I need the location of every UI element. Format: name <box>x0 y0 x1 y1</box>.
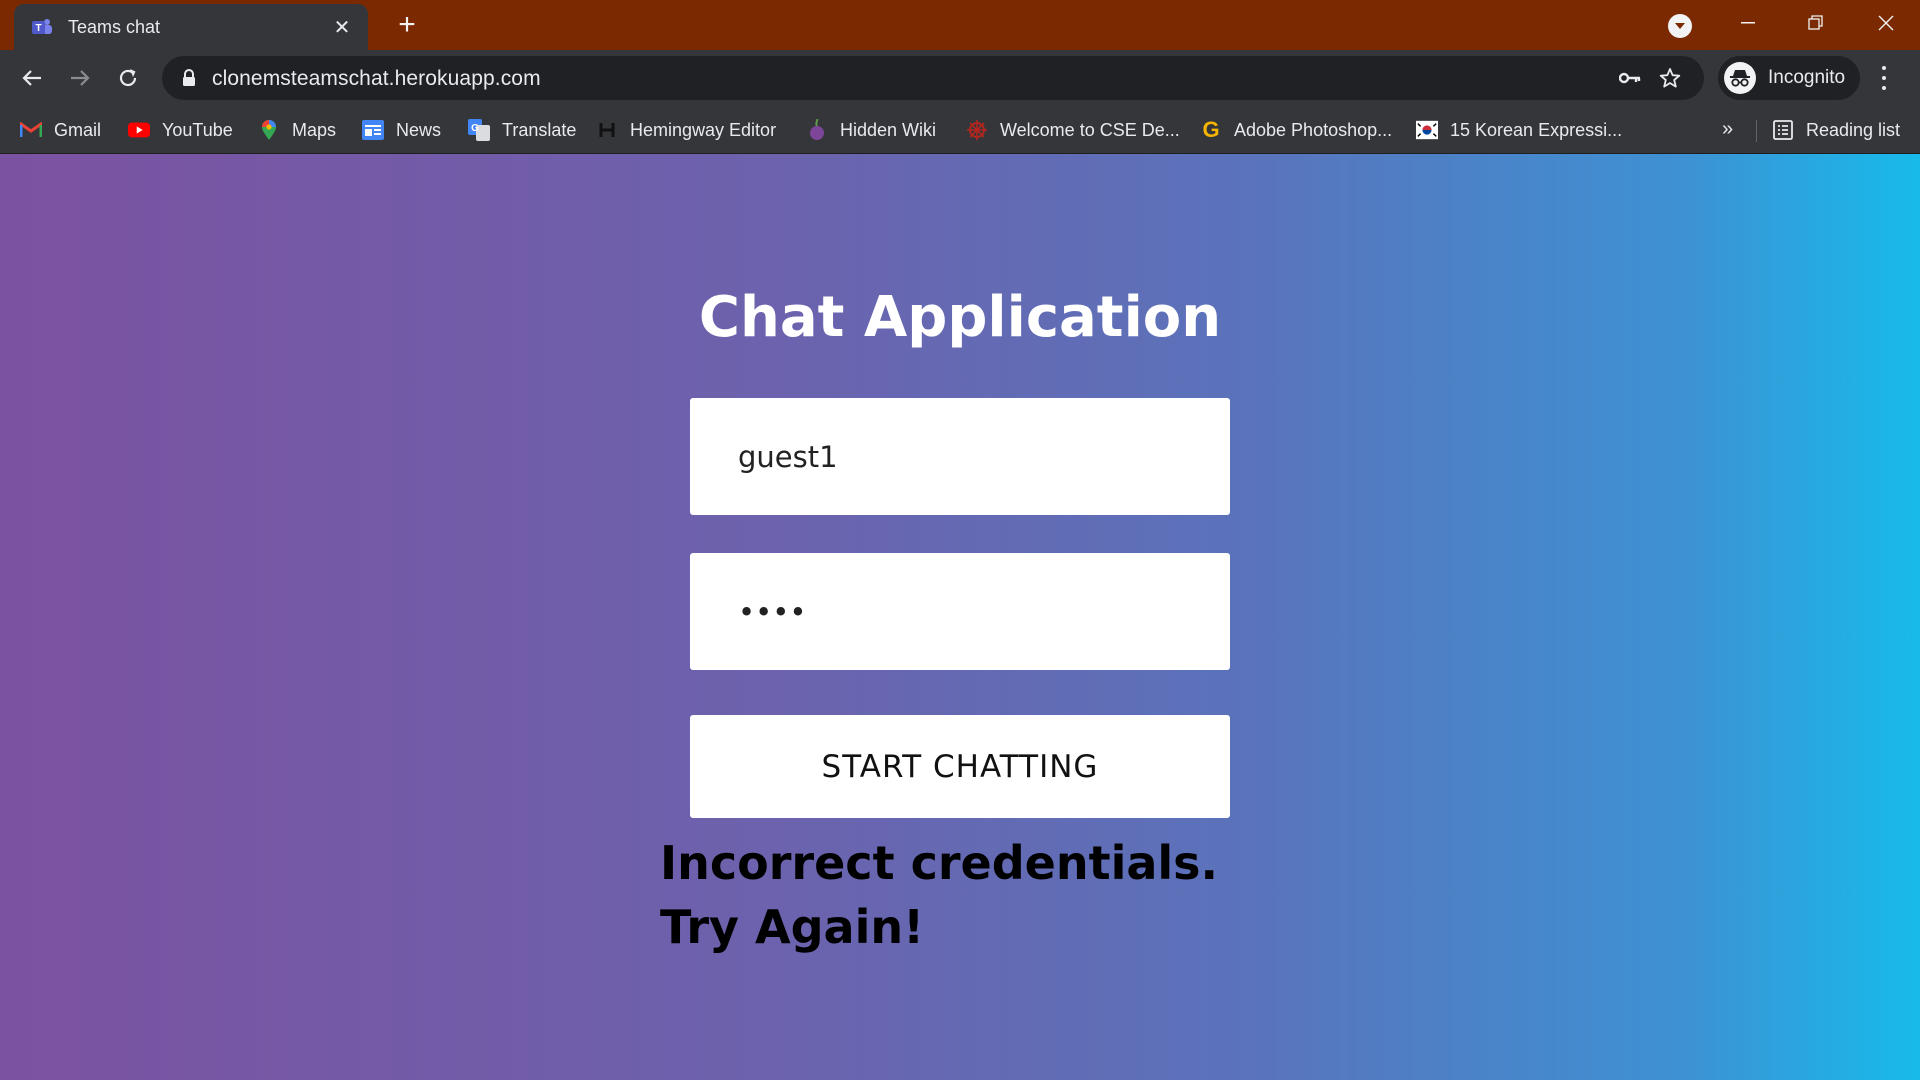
bookmark-label: Adobe Photoshop... <box>1234 119 1393 140</box>
bookmark-label: Gmail <box>54 119 102 140</box>
browser-toolbar: clonemsteamschat.herokuapp.com Incognito <box>0 50 1920 106</box>
bookmark-hidden-wiki[interactable]: Hidden Wiki <box>806 114 936 146</box>
bookmark-label: Translate <box>502 119 577 140</box>
bookmark-label: 15 Korean Expressi... <box>1450 119 1623 140</box>
browser-tab[interactable]: T Teams chat ✕ <box>14 4 368 50</box>
bookmark-news[interactable]: News <box>362 114 441 146</box>
bookmark-label: Hidden Wiki <box>840 119 937 140</box>
incognito-icon <box>1724 62 1756 94</box>
cse-icon <box>966 119 988 141</box>
bookmark-gmail[interactable]: Gmail <box>20 114 101 146</box>
tab-title: Teams chat <box>68 16 161 37</box>
error-message: Incorrect credentials. Try Again! <box>660 836 1219 954</box>
svg-text:T: T <box>35 23 41 34</box>
youtube-icon <box>128 119 150 141</box>
bookmarks-bar: Gmail YouTube Maps News G Translate Hemi… <box>0 106 1920 154</box>
hemingway-icon <box>596 119 618 141</box>
bookmark-hemingway[interactable]: Hemingway Editor <box>596 114 776 146</box>
bookmark-photoshop[interactable]: G Adobe Photoshop... <box>1200 114 1392 146</box>
svg-text:G: G <box>471 123 479 134</box>
incognito-profile-button[interactable]: Incognito <box>1718 56 1860 100</box>
tab-strip: T Teams chat ✕ + <box>0 0 1920 50</box>
maps-icon <box>258 119 280 141</box>
close-tab-icon[interactable]: ✕ <box>330 15 354 40</box>
restore-button[interactable] <box>1796 8 1836 38</box>
tab-search-icon[interactable] <box>1668 14 1692 38</box>
bookmark-youtube[interactable]: YouTube <box>128 114 233 146</box>
bookmark-translate[interactable]: G Translate <box>468 114 576 146</box>
hidden-wiki-icon <box>806 119 828 141</box>
reading-list-button[interactable]: Reading list <box>1772 114 1900 146</box>
new-tab-button[interactable]: + <box>392 10 422 40</box>
bookmark-label: Welcome to CSE De... <box>1000 119 1180 140</box>
minimize-button[interactable] <box>1728 8 1768 38</box>
bookmark-cse[interactable]: Welcome to CSE De... <box>966 114 1180 146</box>
bookmark-label: News <box>396 119 442 140</box>
bookmark-label: Maps <box>292 119 337 140</box>
address-bar[interactable]: clonemsteamschat.herokuapp.com <box>162 56 1704 100</box>
bookmarks-divider <box>1756 120 1757 142</box>
reading-list-icon <box>1772 119 1794 141</box>
reading-list-label: Reading list <box>1806 119 1901 140</box>
password-input[interactable] <box>690 553 1230 670</box>
photoshop-icon: G <box>1202 117 1220 142</box>
page-title: Chat Application <box>698 285 1222 350</box>
reload-button[interactable] <box>112 62 144 94</box>
chat-login-page: Chat Application START CHATTING Incorrec… <box>0 154 1920 1080</box>
teams-icon: T <box>30 15 54 39</box>
url-text: clonemsteamschat.herokuapp.com <box>212 67 541 90</box>
bookmark-korean[interactable]: 15 Korean Expressi... <box>1416 114 1622 146</box>
bookmark-maps[interactable]: Maps <box>258 114 336 146</box>
browser-menu-icon[interactable] <box>1872 64 1896 92</box>
news-icon <box>362 119 384 141</box>
gmail-icon <box>20 119 42 141</box>
start-chatting-button[interactable]: START CHATTING <box>690 715 1230 818</box>
forward-button[interactable] <box>64 62 96 94</box>
bookmark-label: YouTube <box>162 119 233 140</box>
key-icon[interactable] <box>1618 66 1642 90</box>
back-button[interactable] <box>16 62 48 94</box>
lock-icon <box>182 69 196 92</box>
korean-flag-icon <box>1416 119 1438 141</box>
bookmark-label: Hemingway Editor <box>630 119 777 140</box>
translate-icon: G <box>468 119 490 141</box>
more-bookmarks-button[interactable]: » <box>1722 118 1733 141</box>
close-window-button[interactable] <box>1866 8 1906 38</box>
star-icon[interactable] <box>1658 66 1682 90</box>
username-input[interactable] <box>690 398 1230 515</box>
incognito-label: Incognito <box>1768 67 1846 88</box>
